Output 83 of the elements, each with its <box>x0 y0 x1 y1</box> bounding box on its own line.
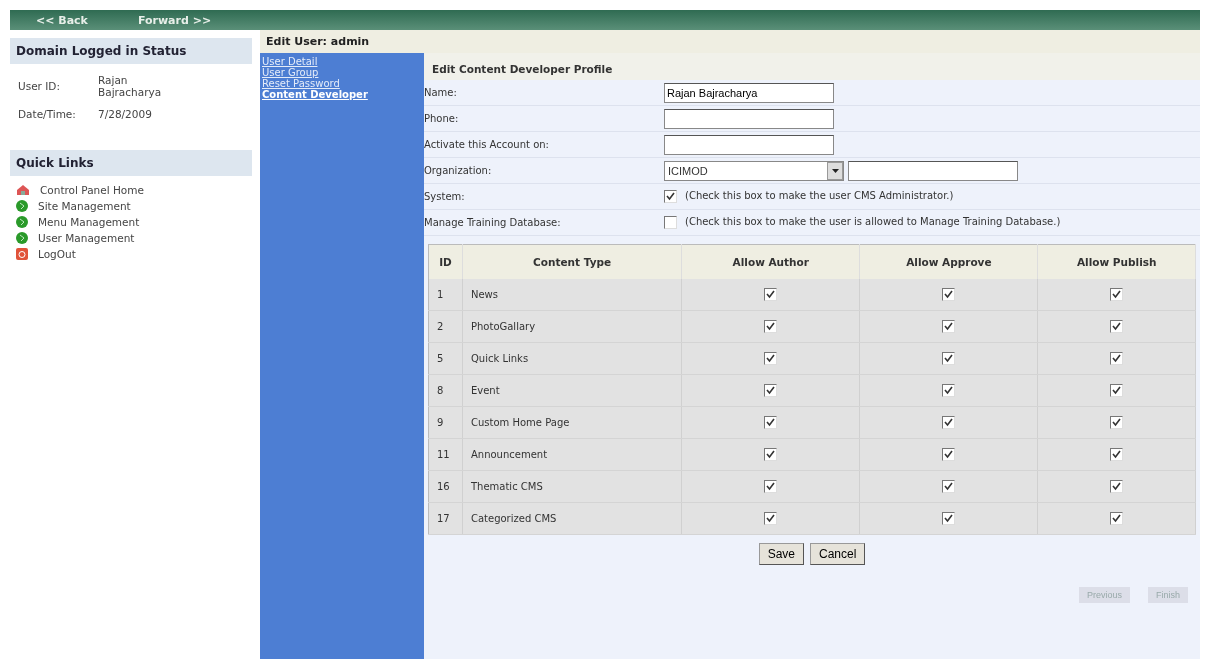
checkbox[interactable] <box>1110 416 1124 429</box>
table-cell: News <box>462 279 682 311</box>
text-field[interactable] <box>848 160 1018 181</box>
quick-link[interactable]: Site Management <box>16 200 246 212</box>
info-label: Date/Time: <box>18 108 77 120</box>
caret-icon <box>831 168 839 173</box>
column-header: Allow Approve <box>859 244 1038 279</box>
panel-title: Quick Links <box>10 150 252 176</box>
checkbox[interactable] <box>664 190 677 203</box>
table-cell: 17 <box>428 502 463 535</box>
table-cell: 9 <box>428 406 463 439</box>
info-value: 7/28/2009 <box>98 108 153 120</box>
info-value: Rajan Bajracharya <box>98 74 163 98</box>
checkbox[interactable] <box>942 480 956 493</box>
column-header: Content Type <box>462 244 682 279</box>
table-cell: Thematic CMS <box>462 470 682 503</box>
sidebar-link[interactable]: Content Developer <box>262 89 422 100</box>
checkbox[interactable] <box>764 288 778 301</box>
column-header: Allow Publish <box>1037 244 1196 279</box>
checkbox[interactable] <box>942 416 956 429</box>
checkbox[interactable] <box>664 216 677 229</box>
table-cell: Quick Links <box>462 342 682 375</box>
form-button[interactable]: Save <box>758 543 804 565</box>
page-title: Edit User: admin <box>260 30 1200 53</box>
checkbox[interactable] <box>1110 448 1124 461</box>
checkbox[interactable] <box>942 352 956 365</box>
field-label: System: <box>424 191 466 202</box>
quick-link[interactable]: Menu Management <box>16 216 246 228</box>
checkbox[interactable] <box>764 384 778 397</box>
column-header: ID <box>428 244 463 279</box>
nav-link[interactable]: Forward >> <box>137 13 212 27</box>
quick-link[interactable]: User Management <box>16 232 246 244</box>
power-icon <box>16 248 28 260</box>
field-label: Manage Training Database: <box>424 217 562 228</box>
info-label: User ID: <box>18 80 61 92</box>
checkbox-hint: (Check this box to make the user CMS Administrator.) <box>685 190 954 201</box>
nav-link[interactable]: << Back <box>36 13 88 27</box>
form-button[interactable]: Cancel <box>810 543 866 565</box>
column-header: Allow Author <box>681 244 860 279</box>
select-field[interactable]: ICIMOD <box>664 160 844 181</box>
checkbox[interactable] <box>942 288 956 301</box>
checkbox[interactable] <box>942 320 956 333</box>
table-cell: 5 <box>428 342 463 375</box>
table-cell: Categorized CMS <box>462 502 682 535</box>
home-icon <box>16 184 30 196</box>
checkbox[interactable] <box>764 448 778 461</box>
sidebar-link[interactable]: User Group <box>262 67 422 78</box>
table-cell: 8 <box>428 374 463 407</box>
table-cell: PhotoGallary <box>462 310 682 343</box>
checkbox[interactable] <box>1110 480 1124 493</box>
checkbox[interactable] <box>1110 352 1124 365</box>
sidebar-link[interactable]: User Detail <box>262 56 422 67</box>
checkbox[interactable] <box>764 416 778 429</box>
checkbox[interactable] <box>764 320 778 333</box>
table-cell: 1 <box>428 279 463 311</box>
form-title: Edit Content Developer Profile <box>424 53 1200 80</box>
table-cell: 2 <box>428 310 463 343</box>
table-cell: Announcement <box>462 438 682 471</box>
panel-title: Domain Logged in Status <box>10 38 252 64</box>
checkbox[interactable] <box>942 448 956 461</box>
quick-link[interactable]: LogOut <box>16 248 246 260</box>
checkbox[interactable] <box>764 480 778 493</box>
checkbox[interactable] <box>1110 512 1124 525</box>
checkbox[interactable] <box>764 352 778 365</box>
quick-link[interactable]: Control Panel Home <box>16 184 246 196</box>
checkbox[interactable] <box>764 512 778 525</box>
field-label: Name: <box>424 87 458 98</box>
checkbox[interactable] <box>1110 384 1124 397</box>
checkbox[interactable] <box>1110 320 1124 333</box>
checkbox[interactable] <box>942 384 956 397</box>
field-label: Organization: <box>424 165 493 176</box>
checkbox[interactable] <box>1110 288 1124 301</box>
text-field[interactable] <box>664 134 834 155</box>
field-label: Activate this Account on: <box>424 139 550 150</box>
text-field[interactable]: Rajan Bajracharya <box>664 82 834 103</box>
table-cell: Custom Home Page <box>462 406 682 439</box>
checkbox-hint: (Check this box to make the user is allowed to Manage Training Database.) <box>685 216 1061 227</box>
table-cell: 16 <box>428 470 463 503</box>
table-cell: 11 <box>428 438 463 471</box>
text-field[interactable] <box>664 108 834 129</box>
table-cell: Event <box>462 374 682 407</box>
field-label: Phone: <box>424 113 460 124</box>
checkbox[interactable] <box>942 512 956 525</box>
